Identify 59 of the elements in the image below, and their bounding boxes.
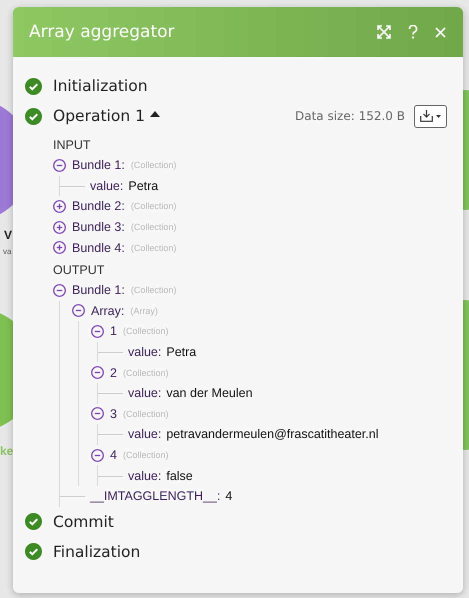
field-key[interactable]: 1 — [110, 324, 117, 338]
field-value: Petra — [128, 178, 158, 193]
step-label: Initialization — [53, 77, 148, 95]
collapse-icon[interactable] — [91, 448, 104, 462]
expand-icon[interactable] — [53, 241, 66, 254]
type-label: (Collection) — [122, 368, 168, 378]
collapse-icon[interactable] — [91, 324, 104, 338]
type-label: (Collection) — [130, 160, 176, 170]
close-icon[interactable] — [435, 26, 446, 38]
field-key[interactable]: Bundle 4: — [72, 240, 125, 255]
field-key: value: — [128, 345, 162, 360]
collapse-icon[interactable] — [53, 284, 66, 297]
export-button[interactable] — [414, 104, 447, 128]
field-value: petravandermeulen@frascatitheater.nl — [166, 427, 378, 442]
type-label: (Collection) — [130, 222, 176, 232]
field-key[interactable]: 2 — [110, 366, 117, 380]
field-key: value: — [128, 427, 162, 442]
field-key: value: — [128, 386, 162, 400]
module-label: V — [4, 228, 12, 242]
caret-icon[interactable] — [150, 111, 160, 117]
field-key[interactable]: Bundle 1: — [72, 283, 125, 298]
section-heading: OUTPUT — [53, 262, 106, 279]
field-value: Petra — [166, 345, 196, 360]
expand-icon[interactable] — [53, 220, 66, 234]
section-heading: INPUT — [53, 137, 92, 154]
type-label: (Collection) — [122, 450, 168, 460]
field-value: false — [166, 468, 193, 483]
step-label: Finalization — [53, 542, 140, 560]
field-key: __IMTAGGLENGTH__: — [90, 489, 220, 504]
field-key[interactable]: Bundle 2: — [72, 199, 125, 214]
collapse-icon[interactable] — [91, 407, 104, 420]
dialog-title: Array aggregator — [29, 22, 176, 42]
field-value: van der Meulen — [166, 386, 253, 400]
step-label: Commit — [53, 512, 114, 530]
type-label: (Collection) — [122, 408, 168, 419]
type-label: (Array) — [130, 306, 158, 316]
expand-icon[interactable] — [53, 200, 66, 213]
module-label: ke — [0, 444, 14, 458]
collapse-icon[interactable] — [72, 304, 85, 318]
field-key[interactable]: Bundle 3: — [72, 220, 125, 234]
type-label: (Collection) — [130, 201, 176, 212]
field-key[interactable]: Array: — [91, 304, 124, 318]
module-label: va — [3, 247, 12, 256]
field-key: value: — [128, 468, 162, 483]
caret-icon — [436, 114, 441, 118]
type-label: (Collection) — [130, 285, 176, 296]
field-key[interactable]: Bundle 1: — [72, 158, 125, 172]
data-size-label: Data size: 152.0 B — [295, 109, 405, 123]
field-key[interactable]: 4 — [110, 448, 117, 462]
collapse-icon[interactable] — [53, 158, 66, 172]
download-icon — [420, 110, 433, 122]
help-icon[interactable] — [408, 25, 418, 39]
collapse-icon[interactable] — [91, 366, 104, 380]
field-key[interactable]: 3 — [110, 406, 117, 421]
step-label[interactable]: Operation 1 — [53, 107, 145, 125]
type-label: (Collection) — [130, 242, 176, 253]
field-key: value: — [90, 178, 124, 193]
field-value: 4 — [225, 489, 232, 504]
type-label: (Collection) — [122, 326, 168, 336]
